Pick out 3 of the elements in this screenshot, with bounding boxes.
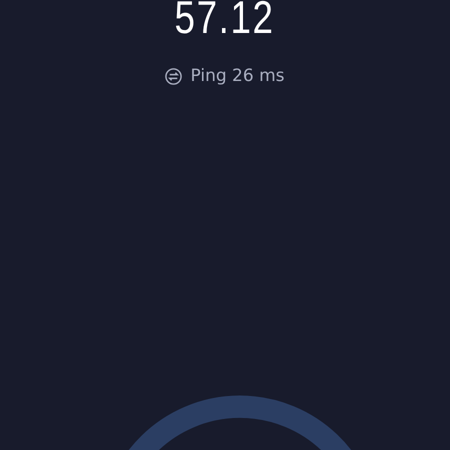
ping-label: Ping 26 ms (190, 65, 285, 88)
ping-icon (165, 68, 182, 86)
speed-value: 57.12 (174, 0, 276, 40)
